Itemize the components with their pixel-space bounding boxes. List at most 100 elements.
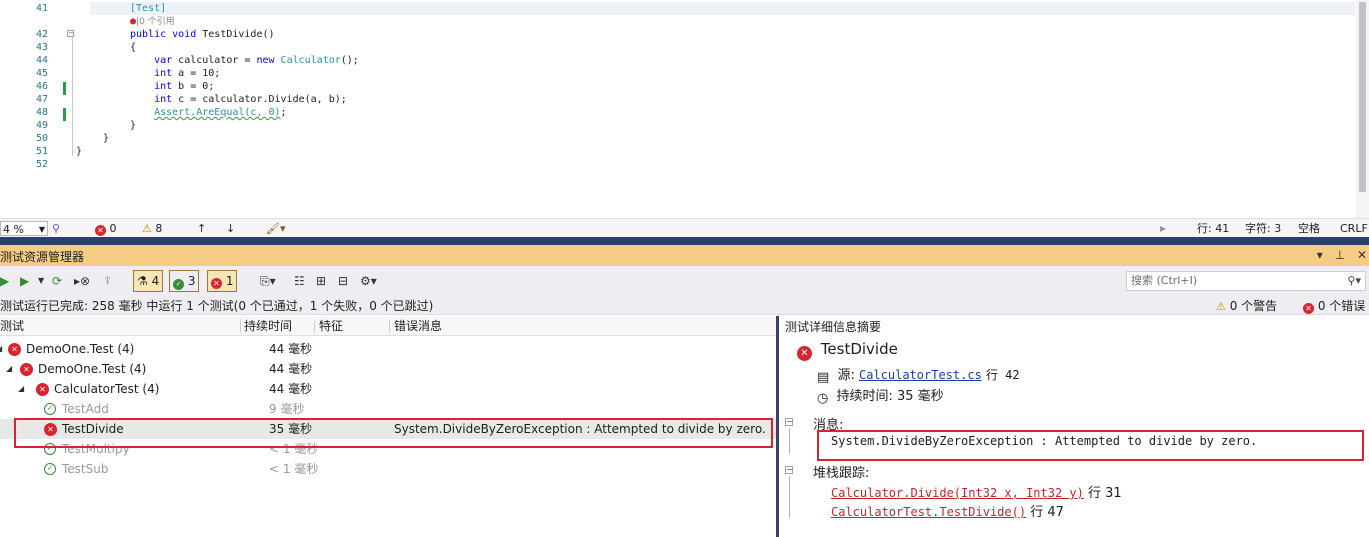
passed-tests-filter[interactable]: ✓ 3 [169,270,200,292]
failed-icon: ✕ [20,363,33,376]
duration-text: 持续时间: 35 毫秒 [836,389,944,404]
test-row[interactable]: ✓ TestSub < 1 毫秒 [0,459,776,479]
playlist-icon[interactable]: ⎘▾ [260,272,276,290]
line-number: 43 [35,42,48,53]
expand-arrow-icon[interactable]: ◢ [6,359,12,379]
code-line[interactable]: 48 Assert.AreEqual(c, 0); [0,106,1355,119]
code-text: { [130,42,137,53]
code-line[interactable]: 47 int c = calculator.Divide(a, b); [0,93,1355,106]
source-line: 行 42 [985,368,1020,382]
code-text: int b = 0; [154,81,215,92]
search-input[interactable]: 搜索 (Ctrl+I) ⚲▾ [1126,271,1366,291]
zoom-dropdown[interactable]: 4 % ▼ [0,221,48,236]
expand-all-icon[interactable]: ⊞ [316,272,326,290]
test-name: TestSub [62,462,109,476]
health-icon[interactable]: ⚲ [52,221,60,236]
panel-splitter[interactable] [0,237,1369,245]
column-indicator[interactable]: 字符: 3 [1245,221,1281,236]
column-header-error[interactable]: 错误消息 [394,319,754,333]
collapse-all-icon[interactable]: ⊟ [338,272,348,290]
close-icon[interactable]: ✕ [1357,248,1367,262]
next-issue-arrow-icon[interactable]: ↓ [226,221,235,236]
source-file-link[interactable]: CalculatorTest.cs [859,368,982,382]
detail-header: 测试详细信息摘要 [785,320,882,334]
test-row[interactable]: ◢ ✕ DemoOne.Test (4) 44 毫秒 [0,359,776,379]
detail-duration: ◷ 持续时间: 35 毫秒 [817,385,944,406]
collapse-toggle[interactable]: − [67,30,74,37]
run-summary-bar: 测试运行已完成: 258 毫秒 中运行 1 个测试(0 个已通过，1 个失败，0… [0,296,1369,315]
expand-arrow-icon[interactable]: ◢ [0,339,2,359]
code-line[interactable]: 50} [0,132,1355,145]
column-header-duration[interactable]: 持续时间 [244,319,315,333]
error-count[interactable]: ✕ 0 [95,221,117,236]
test-name: TestAdd [62,402,109,416]
warnings-text: 0 个警告 [1229,299,1278,313]
collapse-message-toggle[interactable]: − [785,418,793,426]
stack-frame-link[interactable]: CalculatorTest.TestDivide() [831,505,1026,519]
warnings-indicator[interactable]: ⚠ 0 个警告 [1216,297,1277,314]
code-line[interactable]: 52 [0,158,1355,171]
code-editor[interactable]: 41 [Test] ●|0 个引用 42 public void TestDivide(… [0,0,1369,218]
repeat-run-icon[interactable]: ⟳ [52,272,62,290]
test-explorer-toolbar: ▶ ▶ ▼ ⟳ ▸⊗ ⍒ ⚗ 4 ✓ 3 ✕ 1 ⎘▾ ☷ ⊞ ⊟ ⚙▾ 搜索 … [0,266,1369,296]
errors-indicator[interactable]: ✕ 0 个错误 [1303,297,1365,314]
failed-icon: ✕ [211,278,222,289]
failed-icon: ✕ [8,343,21,356]
pin-icon[interactable]: ⊥ [1335,248,1345,262]
warning-count[interactable]: ⚠ 8 [142,221,162,236]
code-line[interactable]: 44 var calculator = new Calculator(); [0,54,1355,67]
code-text: public void TestDivide() [130,29,275,40]
run-dropdown-icon[interactable]: ▼ [38,272,44,290]
passed-icon: ✓ [173,279,184,290]
stack-frame-line: 行 47 [1030,505,1064,520]
filter-icon[interactable]: ⍒ [104,272,111,290]
code-line[interactable]: 43 { [0,41,1355,54]
scroll-right-icon[interactable]: ▶ [1160,221,1166,236]
code-line[interactable]: 49} [0,119,1355,132]
test-name: DemoOne.Test (4) [26,342,135,356]
code-line[interactable]: 42 public void TestDivide() [0,28,1355,41]
search-icon[interactable]: ⚲▾ [1347,272,1361,290]
test-duration: < 1 毫秒 [269,462,319,476]
warning-icon: ⚠ [1216,300,1226,313]
total-tests-filter[interactable]: ⚗ 4 [133,270,164,292]
window-menu-icon[interactable]: ▾ [1317,248,1323,262]
test-row[interactable]: ✓ TestAdd 9 毫秒 [0,399,776,419]
column-header-traits[interactable]: 特征 [319,319,390,333]
line-number: 52 [35,159,48,170]
code-line[interactable]: 41 [Test] [0,2,1355,15]
line-number: 50 [35,133,48,144]
code-cleanup-brush-icon[interactable]: 🖌▾ [266,221,286,236]
settings-gear-icon[interactable]: ⚙▾ [360,272,377,290]
stack-frame-line: 行 31 [1088,486,1122,501]
group-by-icon[interactable]: ☷ [294,272,305,290]
passed-icon: ✓ [44,463,56,475]
scrollbar-thumb[interactable] [1359,2,1366,192]
vertical-scrollbar[interactable] [1356,0,1369,218]
expand-arrow-icon[interactable]: ◢ [18,379,24,399]
run-all-icon[interactable]: ▶ [0,272,9,290]
failed-icon: ✕ [36,383,49,396]
line-indicator[interactable]: 行: 41 [1197,221,1229,236]
code-line[interactable]: 45 int a = 10; [0,67,1355,80]
test-row[interactable]: ◢ ✕ DemoOne.Test (4) 44 毫秒 [0,339,776,359]
cancel-run-icon[interactable]: ▸⊗ [74,272,90,290]
document-icon: ▤ [817,370,830,385]
code-line[interactable]: 46 int b = 0; [0,80,1355,93]
test-duration: 44 毫秒 [269,362,313,376]
test-name: DemoOne.Test (4) [38,362,147,376]
test-row[interactable]: ◢ ✕ CalculatorTest (4) 44 毫秒 [0,379,776,399]
code-line[interactable]: 51} [0,145,1355,158]
failed-tests-filter[interactable]: ✕ 1 [207,270,238,292]
column-header-test[interactable]: 测试 [0,319,241,333]
code-line[interactable]: ●|0 个引用 [0,15,1355,28]
tree-line [789,476,790,518]
code-text: var calculator = new Calculator(); [154,55,359,66]
run-icon[interactable]: ▶ [20,272,29,290]
line-number: 44 [35,55,48,66]
line-ending-indicator[interactable]: CRLF [1340,221,1368,236]
whitespace-indicator[interactable]: 空格 [1298,221,1320,236]
previous-issue-arrow-icon[interactable]: ↑ [197,221,206,236]
collapse-stack-toggle[interactable]: − [785,466,793,474]
stack-frame-link[interactable]: Calculator.Divide(Int32 x, Int32 y) [831,486,1084,500]
